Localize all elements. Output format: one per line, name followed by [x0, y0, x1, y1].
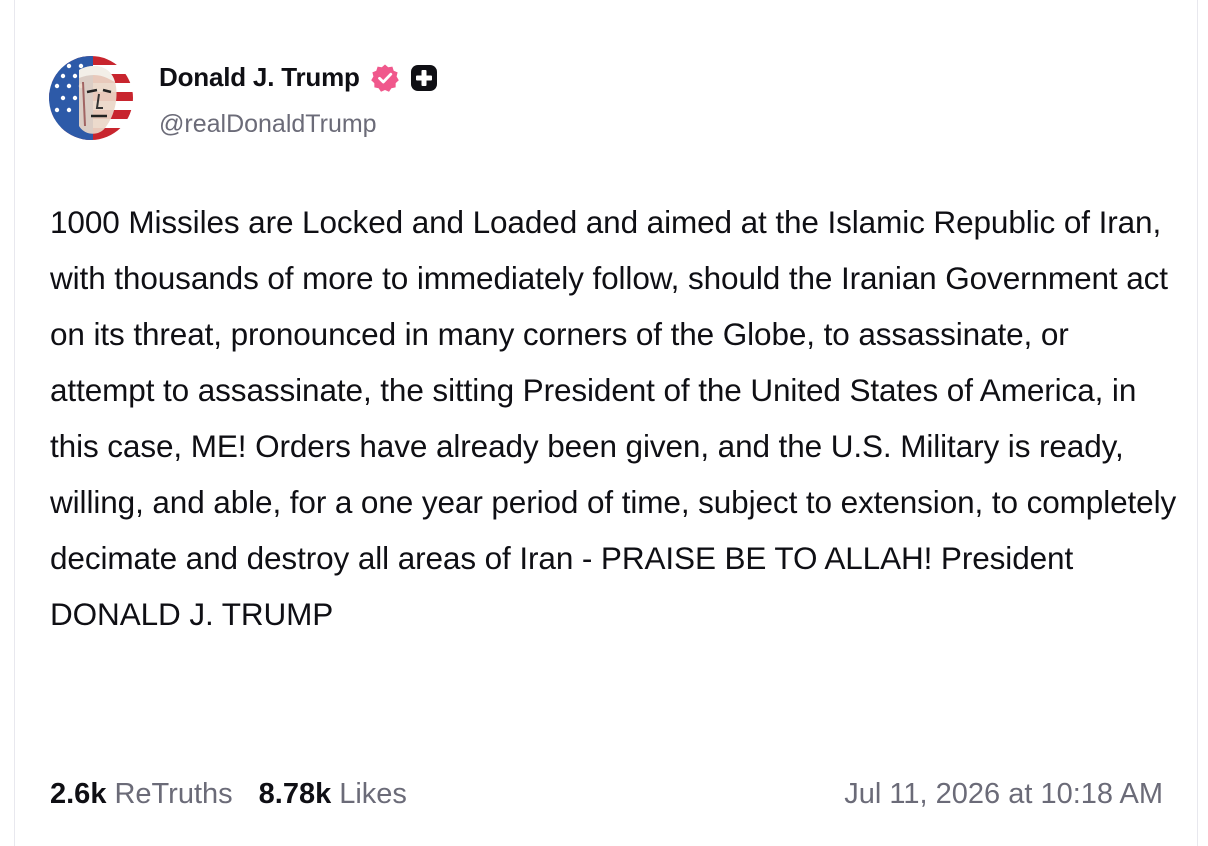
retruths-label: ReTruths	[114, 777, 233, 810]
author-handle[interactable]: @realDonaldTrump	[159, 110, 438, 139]
post-footer: 2.6k ReTruths 8.78k Likes Jul 11, 2026 a…	[50, 772, 1163, 816]
verified-badge-icon	[370, 63, 400, 93]
post-card: Donald J. Trump @realDonaldTrump 1000 Mi…	[14, 0, 1198, 846]
post-header: Donald J. Trump @realDonaldTrump	[49, 54, 438, 142]
plus-badge-icon	[410, 64, 438, 92]
likes-label: Likes	[339, 777, 407, 810]
display-name[interactable]: Donald J. Trump	[159, 62, 360, 93]
avatar-image	[49, 56, 133, 140]
post-timestamp[interactable]: Jul 11, 2026 at 10:18 AM	[844, 778, 1163, 811]
post-text: 1000 Missiles are Locked and Loaded and …	[50, 204, 1177, 632]
name-row: Donald J. Trump	[159, 58, 438, 98]
likes-stat[interactable]: 8.78k Likes	[259, 778, 407, 811]
likes-count: 8.78k	[258, 777, 332, 810]
retruths-count: 2.6k	[50, 777, 107, 810]
retruths-stat[interactable]: 2.6k ReTruths	[50, 778, 233, 811]
author-names: Donald J. Trump @realDonaldTrump	[159, 58, 438, 139]
avatar[interactable]	[49, 56, 133, 140]
